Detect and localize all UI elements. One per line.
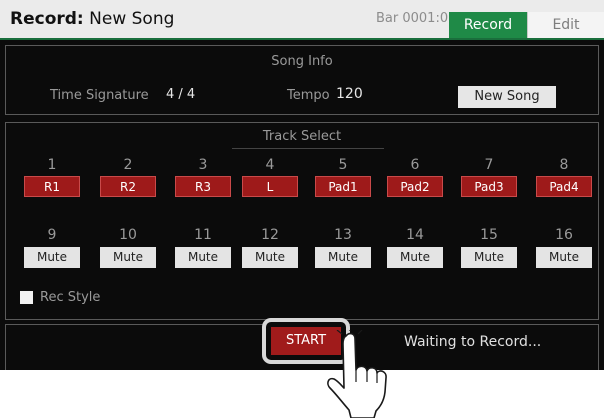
tab-edit[interactable]: Edit [527, 12, 604, 38]
track-number-15: 15 [480, 227, 498, 243]
pointing-hand-icon [327, 330, 387, 418]
track-button-13[interactable]: Mute [315, 247, 371, 268]
page-title-song: New Song [83, 9, 175, 29]
track-number-8: 8 [559, 157, 569, 173]
page-title: Record: New Song [10, 0, 174, 38]
track-number-1: 1 [47, 157, 57, 173]
track-button-14[interactable]: Mute [387, 247, 443, 268]
track-number-11: 11 [194, 227, 212, 243]
new-song-button[interactable]: New Song [458, 86, 556, 108]
track-select-heading: Track Select [262, 129, 342, 144]
rec-style-option[interactable]: Rec Style [20, 287, 101, 305]
track-number-2: 2 [123, 157, 133, 173]
track-button-9[interactable]: Mute [24, 247, 80, 268]
track-select-divider [232, 148, 384, 149]
track-number-3: 3 [198, 157, 208, 173]
rec-style-label: Rec Style [40, 290, 101, 305]
track-number-6: 6 [410, 157, 420, 173]
title-bar: Record: New Song Bar 0001:01 Record Edit [0, 0, 604, 40]
time-signature-value[interactable]: 4 / 4 [166, 87, 195, 102]
track-number-12: 12 [261, 227, 279, 243]
tempo-value[interactable]: 120 [336, 86, 363, 102]
page-title-mode: Record: [10, 9, 84, 29]
track-number-9: 9 [47, 227, 57, 243]
rec-style-checkbox[interactable] [20, 291, 33, 304]
track-button-8[interactable]: Pad4 [536, 176, 592, 197]
track-button-4[interactable]: L [242, 176, 298, 197]
track-button-6[interactable]: Pad2 [387, 176, 443, 197]
bar-position: Bar 0001:01 [376, 11, 457, 26]
track-number-13: 13 [334, 227, 352, 243]
track-button-15[interactable]: Mute [461, 247, 517, 268]
track-number-5: 5 [338, 157, 348, 173]
track-button-5[interactable]: Pad1 [315, 176, 371, 197]
track-button-16[interactable]: Mute [536, 247, 592, 268]
track-button-12[interactable]: Mute [242, 247, 298, 268]
track-button-10[interactable]: Mute [100, 247, 156, 268]
track-button-2[interactable]: R2 [100, 176, 156, 197]
status-text: Waiting to Record... [404, 334, 542, 350]
track-select-panel: Track Select 1 R1 2 R2 3 R3 4 L 5 Pad1 6 Pad2 7 Pad3 8… [5, 122, 599, 320]
record-screen: Record: New Song Bar 0001:01 Record Edit… [0, 0, 604, 370]
song-info-heading: Song Info [271, 54, 333, 69]
track-number-14: 14 [406, 227, 424, 243]
track-number-4: 4 [265, 157, 275, 173]
song-info-panel: Song Info Time Signature 4 / 4 Tempo 120… [5, 45, 599, 115]
track-number-7: 7 [484, 157, 494, 173]
track-button-1[interactable]: R1 [24, 176, 80, 197]
track-button-3[interactable]: R3 [175, 176, 231, 197]
track-button-7[interactable]: Pad3 [461, 176, 517, 197]
track-number-10: 10 [119, 227, 137, 243]
track-button-11[interactable]: Mute [175, 247, 231, 268]
time-signature-label: Time Signature [50, 88, 149, 103]
tab-record[interactable]: Record [449, 12, 527, 38]
tempo-label: Tempo [287, 88, 330, 103]
track-number-16: 16 [555, 227, 573, 243]
